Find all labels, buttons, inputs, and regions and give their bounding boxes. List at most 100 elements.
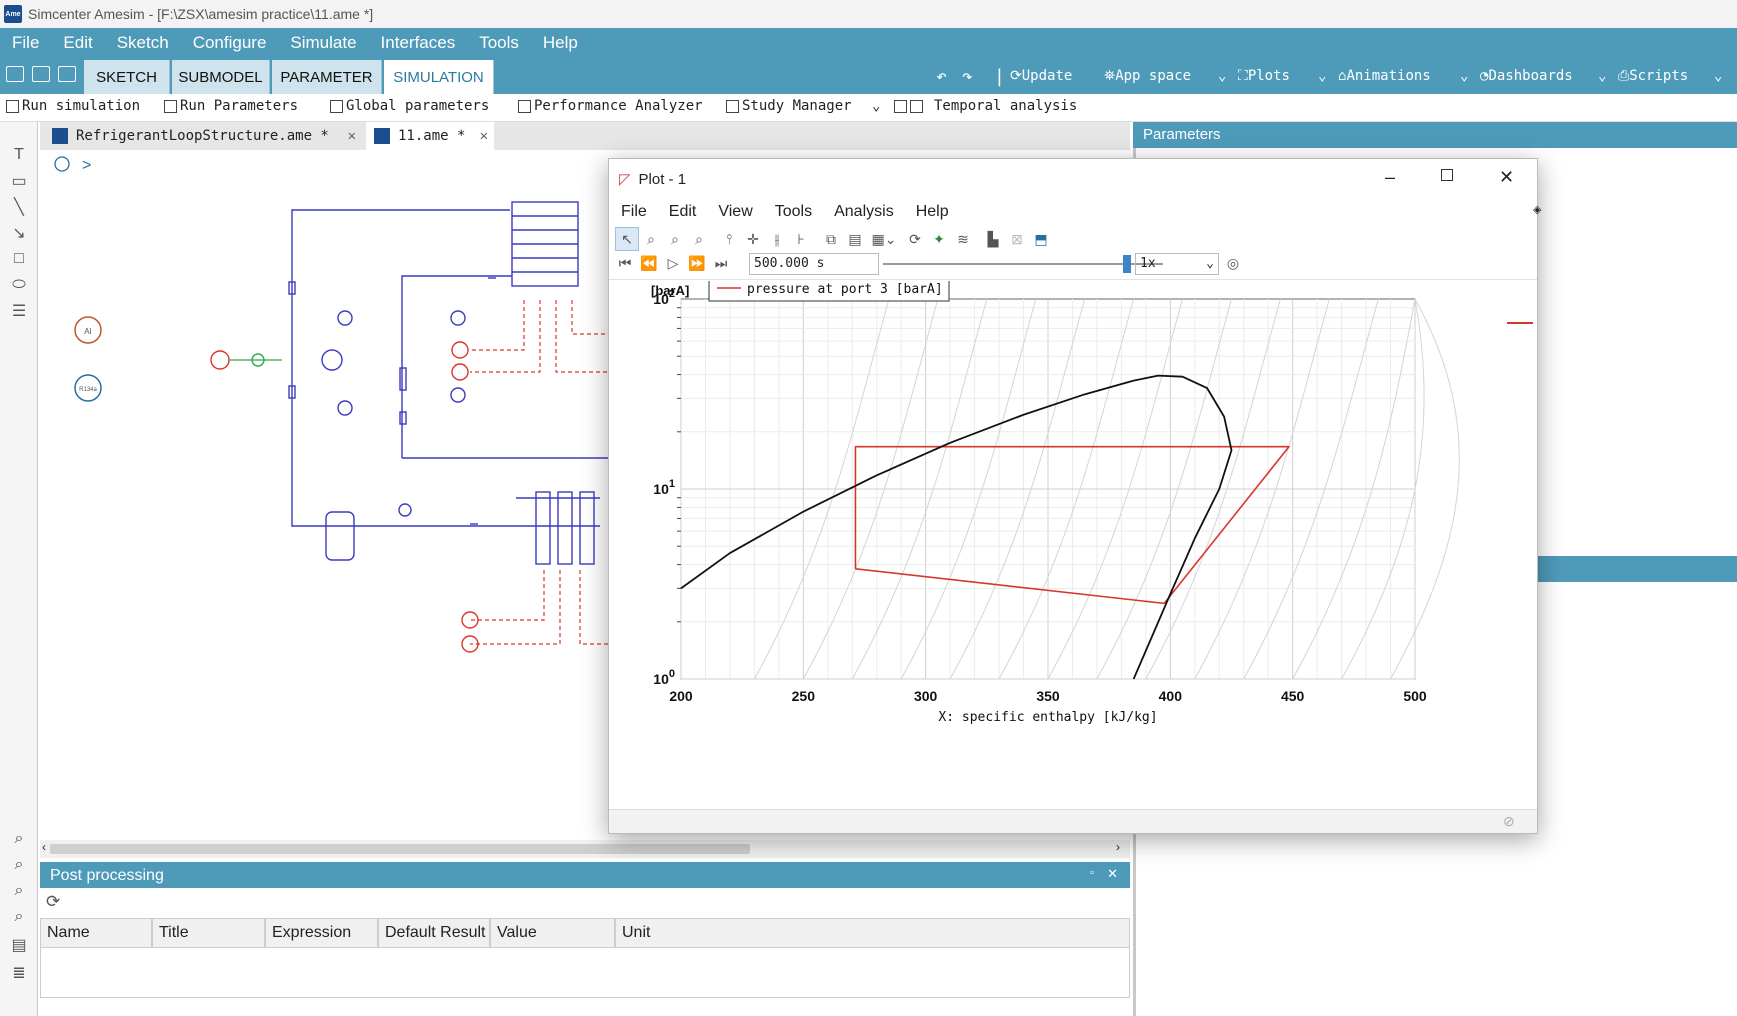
column-header-default-result[interactable]: Default Result Se <box>378 918 490 948</box>
rewind-icon[interactable]: ⏮ <box>617 255 633 271</box>
plot-menu-file[interactable]: File <box>621 203 647 221</box>
layout-icon[interactable]: ▦⌄ <box>871 231 897 247</box>
column-header-name[interactable]: Name <box>40 918 152 948</box>
run-simulation-button[interactable]: Run simulation <box>6 98 140 114</box>
refresh-icon[interactable]: ⟳ <box>46 892 60 912</box>
time-input[interactable]: 500.000 s <box>749 253 879 275</box>
doc-tab-refrigerant[interactable]: RefrigerantLoopStructure.ame * ✕ <box>44 122 362 150</box>
settings-icon[interactable]: ◎ <box>1225 255 1241 271</box>
close-icon[interactable]: ✕ <box>1499 167 1514 188</box>
chevron-down-icon[interactable]: ⌄ <box>1460 62 1468 90</box>
restore-icon[interactable]: ▫ <box>1090 867 1094 879</box>
pin-icon[interactable]: ◈ <box>1533 203 1541 216</box>
undo-icon[interactable]: ↶ <box>936 62 947 90</box>
plot-menu-tools[interactable]: Tools <box>775 203 812 221</box>
tab-parameter[interactable]: PARAMETER <box>272 60 382 94</box>
tab-simulation[interactable]: SIMULATION <box>384 60 494 94</box>
pin-curve-icon[interactable]: ✦ <box>931 231 947 247</box>
time-slider-handle[interactable] <box>1123 255 1131 273</box>
chevron-down-icon[interactable]: ⌄ <box>1218 62 1226 90</box>
zoom-out-icon[interactable]: ⌕ <box>691 231 707 247</box>
curves-icon[interactable]: ≋ <box>955 231 971 247</box>
global-parameters-button[interactable]: Global parameters <box>330 98 489 114</box>
zoom-in-icon[interactable]: ⌕ <box>10 856 28 874</box>
zoom-out-icon[interactable]: ⌕ <box>10 882 28 900</box>
measure-icon[interactable]: ⊦ <box>793 231 809 247</box>
dashboards-button[interactable]: ◔ Dashboards <box>1480 62 1573 90</box>
crosshair-icon[interactable]: ✛ <box>745 231 761 247</box>
scripts-button[interactable]: ⎙ Scripts <box>1618 62 1688 90</box>
vertical-cursor-icon[interactable]: ⫯ <box>721 231 737 247</box>
menu-tools[interactable]: Tools <box>467 33 531 53</box>
rectangle-tool-icon[interactable]: □ <box>10 250 28 268</box>
run-parameters-button[interactable]: Run Parameters <box>164 98 298 114</box>
step-back-icon[interactable]: ⏪ <box>640 255 657 271</box>
app-space-button[interactable]: ⛯ App space <box>1104 62 1191 90</box>
menu-interfaces[interactable]: Interfaces <box>369 33 468 53</box>
close-icon[interactable]: ✕ <box>480 128 488 144</box>
ellipse-tool-icon[interactable]: ⬭ <box>10 276 28 294</box>
doc-tab-11[interactable]: 11.ame * ✕ <box>366 122 494 150</box>
chevron-right-icon[interactable]: › <box>1116 840 1120 854</box>
chevron-down-icon[interactable]: ⌄ <box>1714 62 1722 90</box>
line-tool-icon[interactable]: ╲ <box>10 198 28 216</box>
minimize-icon[interactable]: – <box>1385 167 1395 188</box>
new-file-icon[interactable] <box>6 66 24 82</box>
open-folder-icon[interactable] <box>32 66 50 82</box>
chevron-down-icon[interactable]: ⌄ <box>1598 62 1606 90</box>
align-tool-icon[interactable]: ☰ <box>10 302 28 320</box>
menu-help[interactable]: Help <box>531 33 590 53</box>
temporal-analysis-button[interactable]: Temporal analysis <box>894 98 1077 114</box>
arrow-tool-icon[interactable]: ↘ <box>10 224 28 242</box>
redo-icon[interactable]: ↷ <box>962 62 973 90</box>
collapse-icon[interactable] <box>54 156 70 172</box>
animations-button[interactable]: ⌂ Animations <box>1338 62 1431 90</box>
canvas-scrollbar[interactable]: ‹ › <box>40 840 1130 858</box>
zoom-in-icon[interactable]: ⌕ <box>667 231 683 247</box>
tab-sketch[interactable]: SKETCH <box>84 60 170 94</box>
fast-forward-icon[interactable]: ⏭ <box>713 255 729 271</box>
scrollbar-thumb[interactable] <box>50 844 750 854</box>
layers-icon[interactable]: ▤ <box>10 936 28 954</box>
column-header-value[interactable]: Value <box>490 918 615 948</box>
menu-file[interactable]: File <box>0 33 51 53</box>
performance-analyzer-button[interactable]: Performance Analyzer <box>518 98 703 114</box>
tab-submodel[interactable]: SUBMODEL <box>172 60 270 94</box>
copy-plot-icon[interactable]: ⧉ <box>823 231 839 247</box>
chevron-down-icon[interactable]: ⌄ <box>1318 62 1326 90</box>
image-tool-icon[interactable]: ▭ <box>10 172 28 190</box>
ph-diagram-chart[interactable]: 200 250 300 350 400 450 500100101102[barA]X: s… <box>609 281 1537 809</box>
select-icon[interactable]: ↖ <box>615 227 639 251</box>
refresh-icon[interactable]: ⟳ <box>907 231 923 247</box>
column-header-unit[interactable]: Unit <box>615 918 1130 948</box>
double-cursor-icon[interactable]: ⫲ <box>769 231 785 247</box>
study-manager-button[interactable]: Study Manager <box>726 98 852 114</box>
export-icon[interactable]: ⬒ <box>1033 231 1049 247</box>
expand-icon[interactable]: > <box>82 157 91 174</box>
close-icon[interactable]: ✕ <box>348 128 356 144</box>
save-icon[interactable] <box>58 66 76 82</box>
zoom-fit-icon[interactable]: ⌕ <box>10 908 28 926</box>
menu-configure[interactable]: Configure <box>181 33 279 53</box>
plot-menu-view[interactable]: View <box>718 203 752 221</box>
plots-button[interactable]: ⛶ Plots <box>1238 62 1290 90</box>
list-icon[interactable]: ≣ <box>10 964 28 982</box>
plot-menu-edit[interactable]: Edit <box>669 203 697 221</box>
close-icon[interactable]: ✕ <box>1107 866 1118 882</box>
menu-simulate[interactable]: Simulate <box>278 33 368 53</box>
chevron-left-icon[interactable]: ‹ <box>42 840 46 854</box>
zoom-region-icon[interactable]: ⌕ <box>643 231 659 247</box>
table-icon[interactable]: ▤ <box>847 231 863 247</box>
chevron-down-icon[interactable]: ⌄ <box>872 98 880 114</box>
menu-sketch[interactable]: Sketch <box>105 33 181 53</box>
zoom-icon[interactable]: ⌕ <box>10 830 28 848</box>
update-button[interactable]: ⟳ Update <box>1010 62 1072 90</box>
step-forward-icon[interactable]: ⏩ <box>688 255 705 271</box>
time-slider[interactable] <box>883 263 1163 265</box>
maximize-icon[interactable] <box>1441 169 1453 181</box>
column-header-title[interactable]: Title <box>152 918 265 948</box>
column-header-expression[interactable]: Expression <box>265 918 378 948</box>
play-icon[interactable]: ▷ <box>665 255 681 271</box>
menu-edit[interactable]: Edit <box>51 33 104 53</box>
plot-menu-help[interactable]: Help <box>916 203 949 221</box>
